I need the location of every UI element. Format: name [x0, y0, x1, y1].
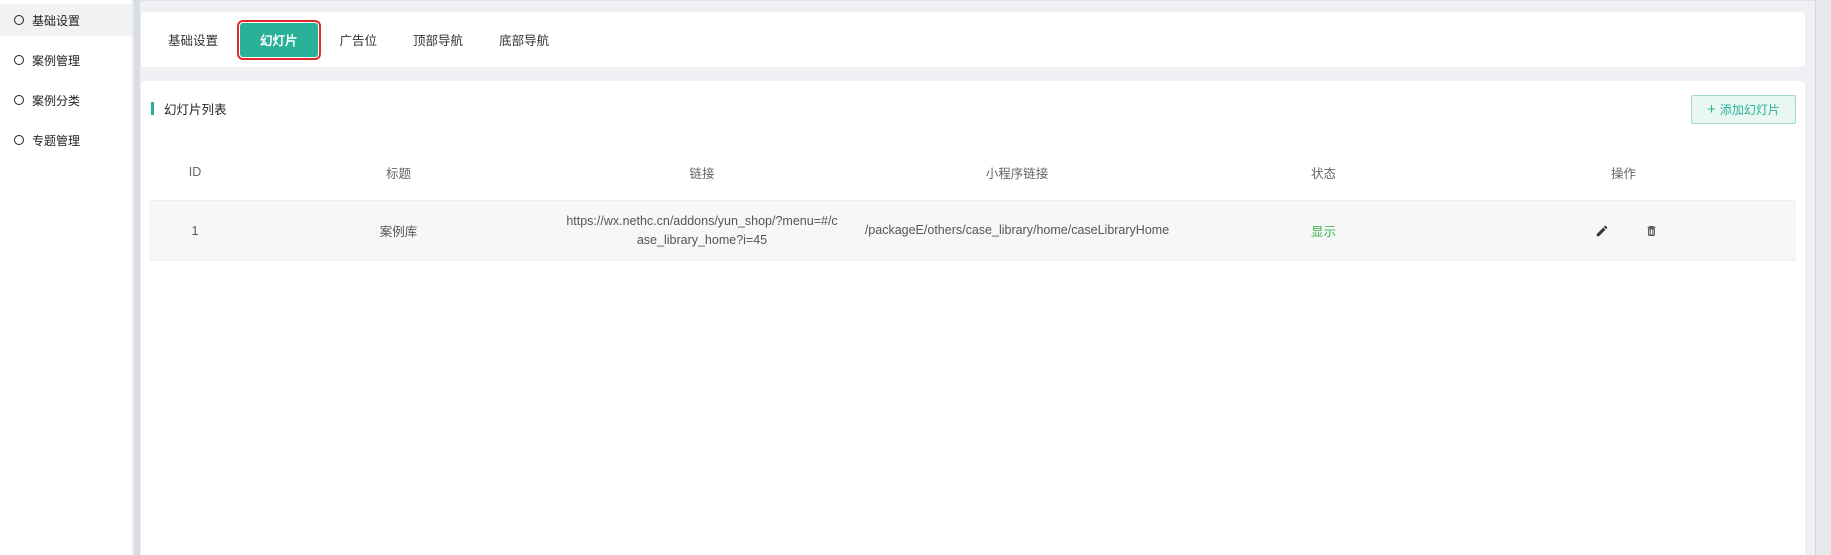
table-header: ID 标题 链接 小程序链接 状态 操作	[149, 144, 1796, 200]
header-id: ID	[188, 165, 202, 179]
circle-icon	[14, 15, 24, 25]
sidebar-item-label: 基础设置	[32, 13, 81, 28]
section-title-text: 幻灯片列表	[164, 103, 227, 117]
cell-link: https://wx.nethc.cn/addons/yun_shop/?men…	[566, 213, 838, 247]
tab-basic-settings[interactable]: 基础设置	[154, 23, 232, 57]
cell-actions	[1461, 221, 1786, 241]
sidebar-item-case-management[interactable]: 案例管理	[0, 44, 132, 76]
cell-mini-link: /packageE/others/case_library/home/caseL…	[864, 223, 1170, 237]
cell-title: 案例库	[379, 225, 418, 239]
trash-icon[interactable]	[1642, 221, 1662, 241]
circle-icon	[14, 135, 24, 145]
table-row: 1 案例库 https://wx.nethc.cn/addons/yun_sho…	[149, 200, 1796, 261]
title-accent-bar	[151, 102, 154, 115]
sidebar-item-label: 案例分类	[32, 93, 81, 108]
slides-table: ID 标题 链接 小程序链接 状态 操作 1 案例库 https://wx.ne…	[149, 144, 1796, 261]
top-border	[0, 0, 1831, 1]
header-mini-link: 小程序链接	[985, 166, 1049, 181]
sidebar-item-case-category[interactable]: 案例分类	[0, 84, 132, 116]
sidebar: 基础设置 案例管理 案例分类 专题管理	[0, 0, 133, 555]
sidebar-item-label: 专题管理	[32, 133, 81, 148]
tab-top-nav[interactable]: 顶部导航	[399, 23, 477, 57]
slideshow-panel: 幻灯片列表 + 添加幻灯片 ID 标题 链接 小程序链接 状态 操作 1 案例库…	[141, 81, 1805, 555]
header-status: 状态	[1310, 166, 1336, 181]
header-actions: 操作	[1610, 166, 1636, 181]
circle-icon	[14, 95, 24, 105]
sidebar-item-topic-management[interactable]: 专题管理	[0, 124, 132, 156]
plus-icon: +	[1707, 101, 1716, 118]
circle-icon	[14, 55, 24, 65]
section-title: 幻灯片列表	[151, 99, 227, 118]
cell-status: 显示	[1310, 225, 1336, 239]
tab-ad-slots[interactable]: 广告位	[326, 23, 392, 57]
tab-slideshow[interactable]: 幻灯片	[237, 19, 321, 60]
cell-id: 1	[191, 223, 199, 238]
edit-icon[interactable]	[1592, 221, 1612, 241]
page-scrollbar[interactable]	[1815, 0, 1831, 555]
header-link: 链接	[689, 166, 715, 181]
add-slide-label: 添加幻灯片	[1719, 103, 1780, 117]
tab-bottom-nav[interactable]: 底部导航	[485, 23, 563, 57]
sidebar-divider	[134, 0, 140, 555]
sidebar-item-label: 案例管理	[32, 53, 81, 68]
header-title: 标题	[385, 166, 411, 181]
add-slide-button[interactable]: + 添加幻灯片	[1691, 95, 1796, 124]
sidebar-item-basic-settings[interactable]: 基础设置	[0, 4, 132, 36]
tab-bar: 基础设置 幻灯片 广告位 顶部导航 底部导航	[141, 12, 1805, 67]
